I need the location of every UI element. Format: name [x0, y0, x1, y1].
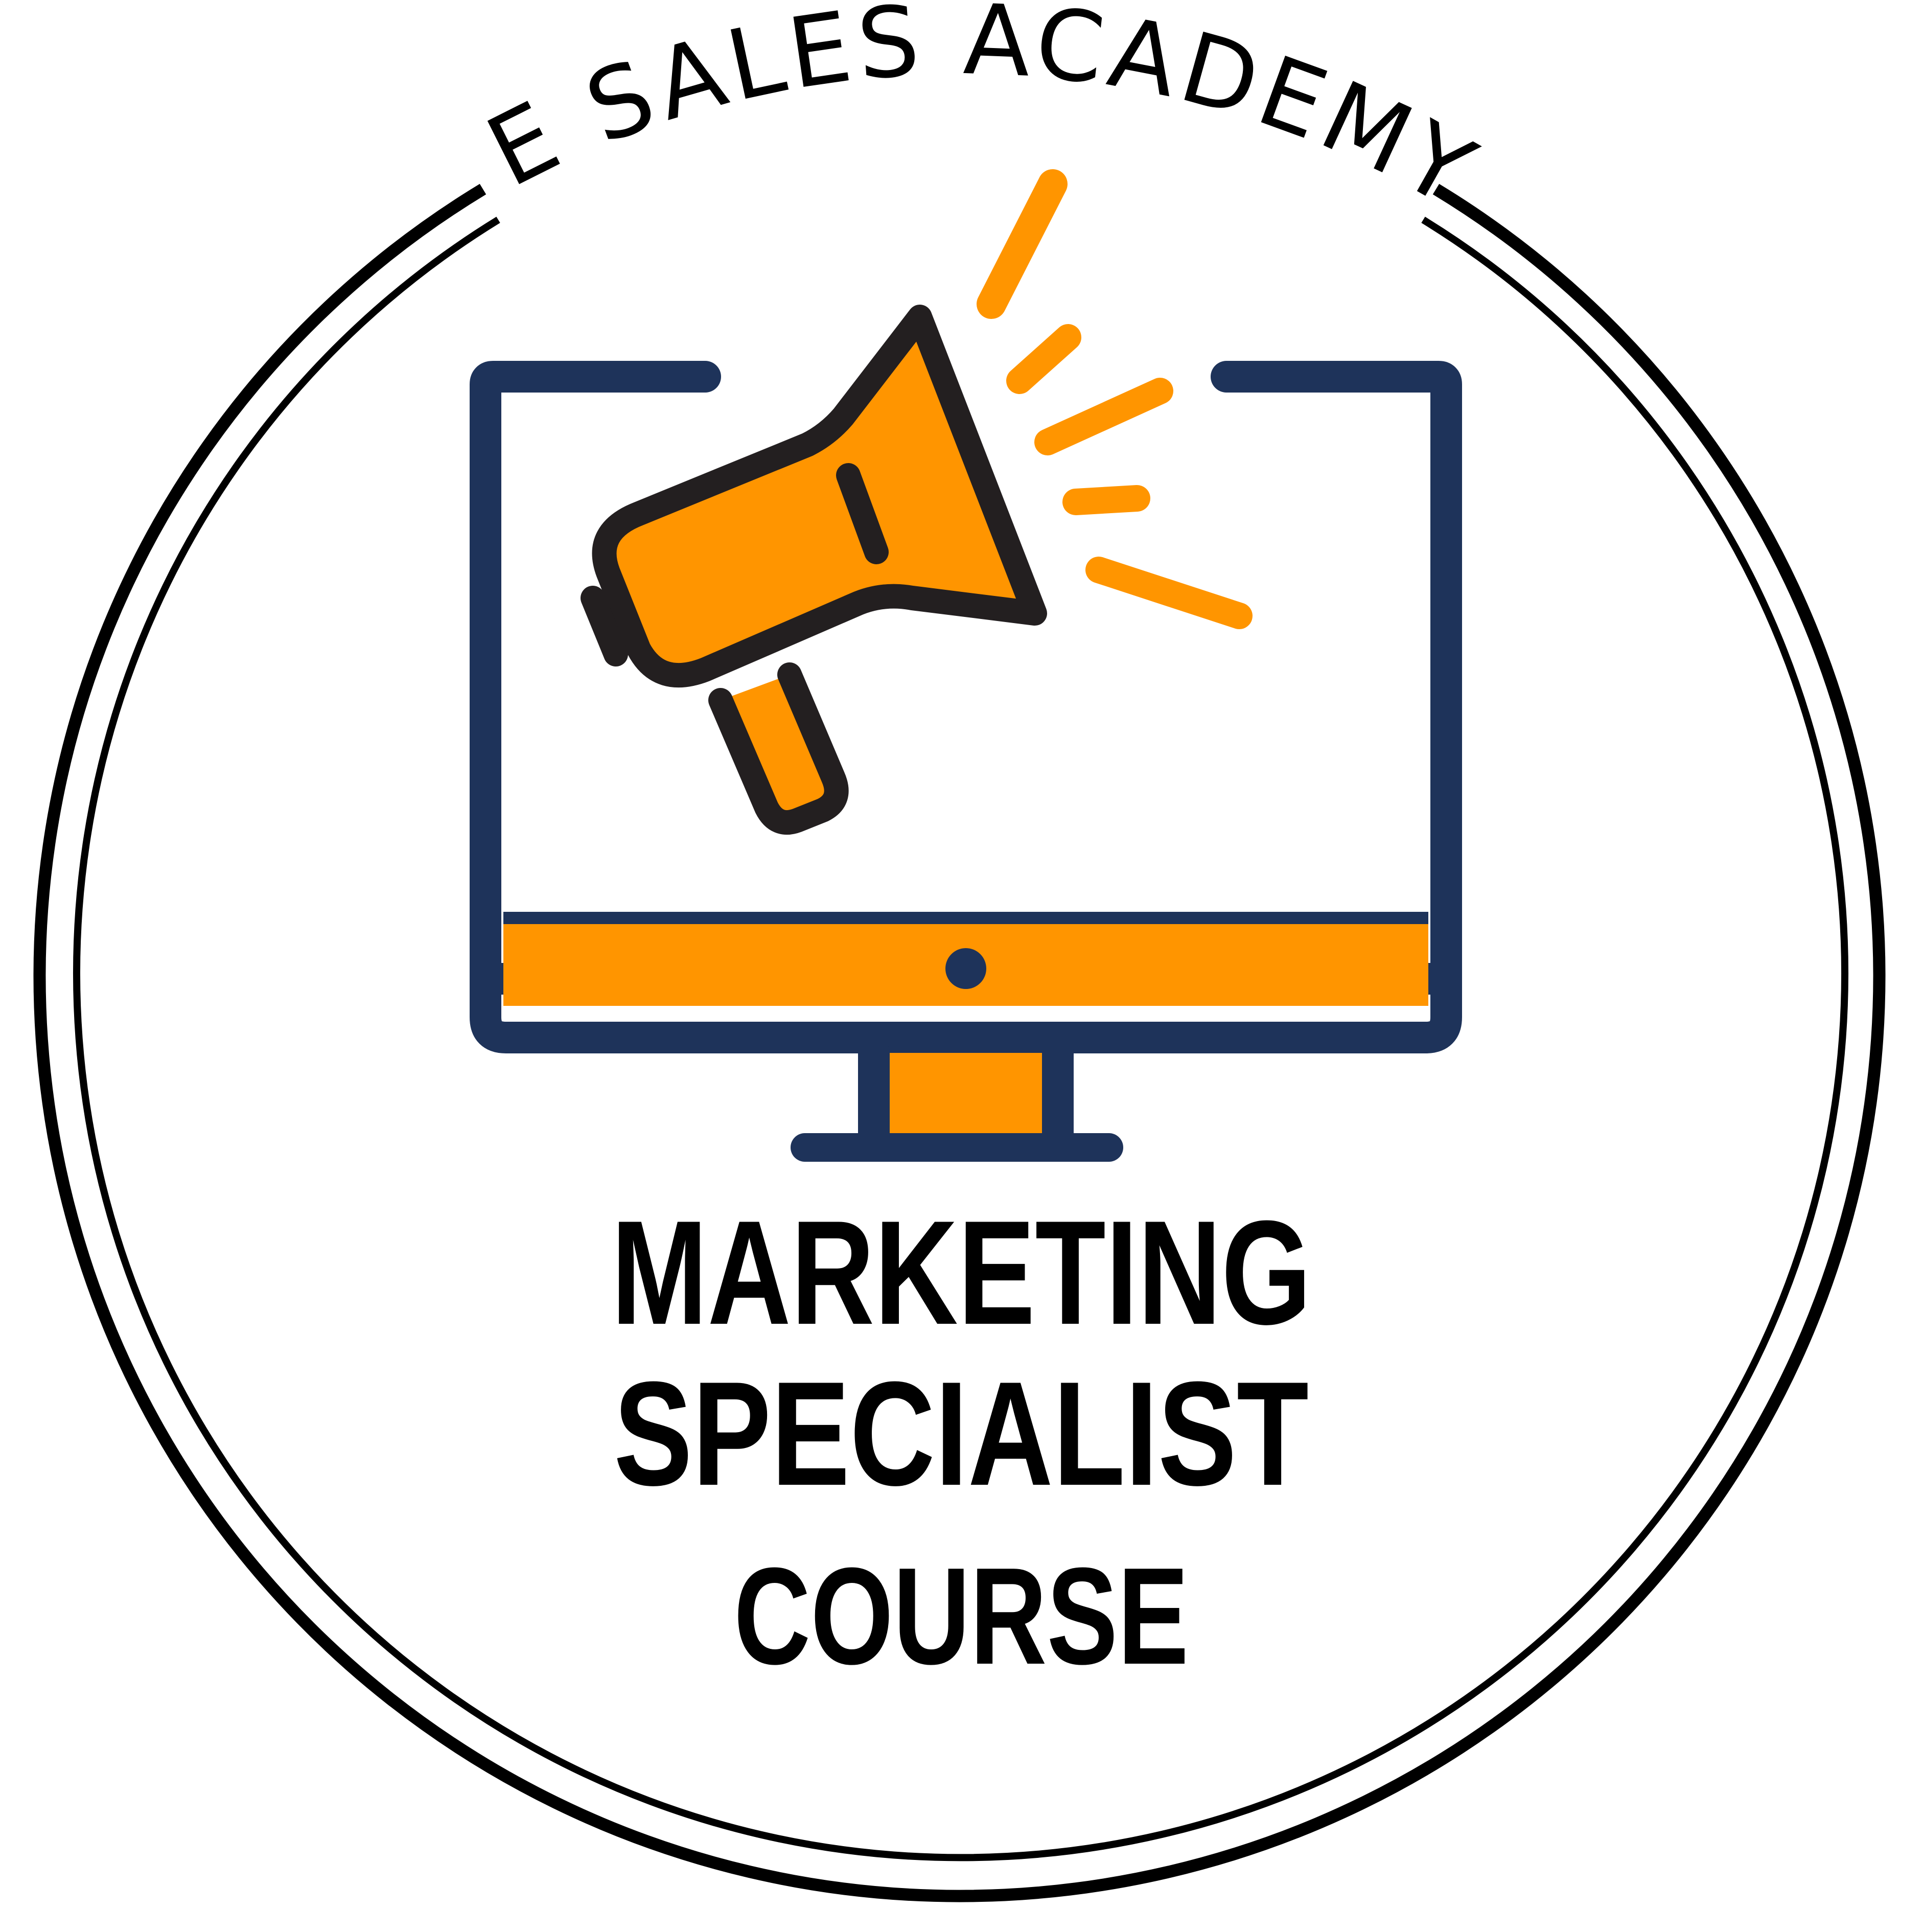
title-line-course: COURSE [734, 1539, 1189, 1693]
monitor-stand-icon [791, 1037, 1123, 1162]
academy-arc-text: THE SALES ACADEMY'S [0, 0, 1496, 231]
megaphone-icon [581, 305, 1047, 835]
title-line-marketing: MARKETING [611, 1190, 1311, 1355]
sound-waves-icon [977, 169, 1253, 629]
course-badge: THE SALES ACADEMY'S [0, 0, 1886, 1902]
power-button-icon [945, 948, 986, 989]
title-line-specialist: SPECIALIST [614, 1351, 1309, 1516]
monitor-megaphone-icon [470, 169, 1462, 1162]
